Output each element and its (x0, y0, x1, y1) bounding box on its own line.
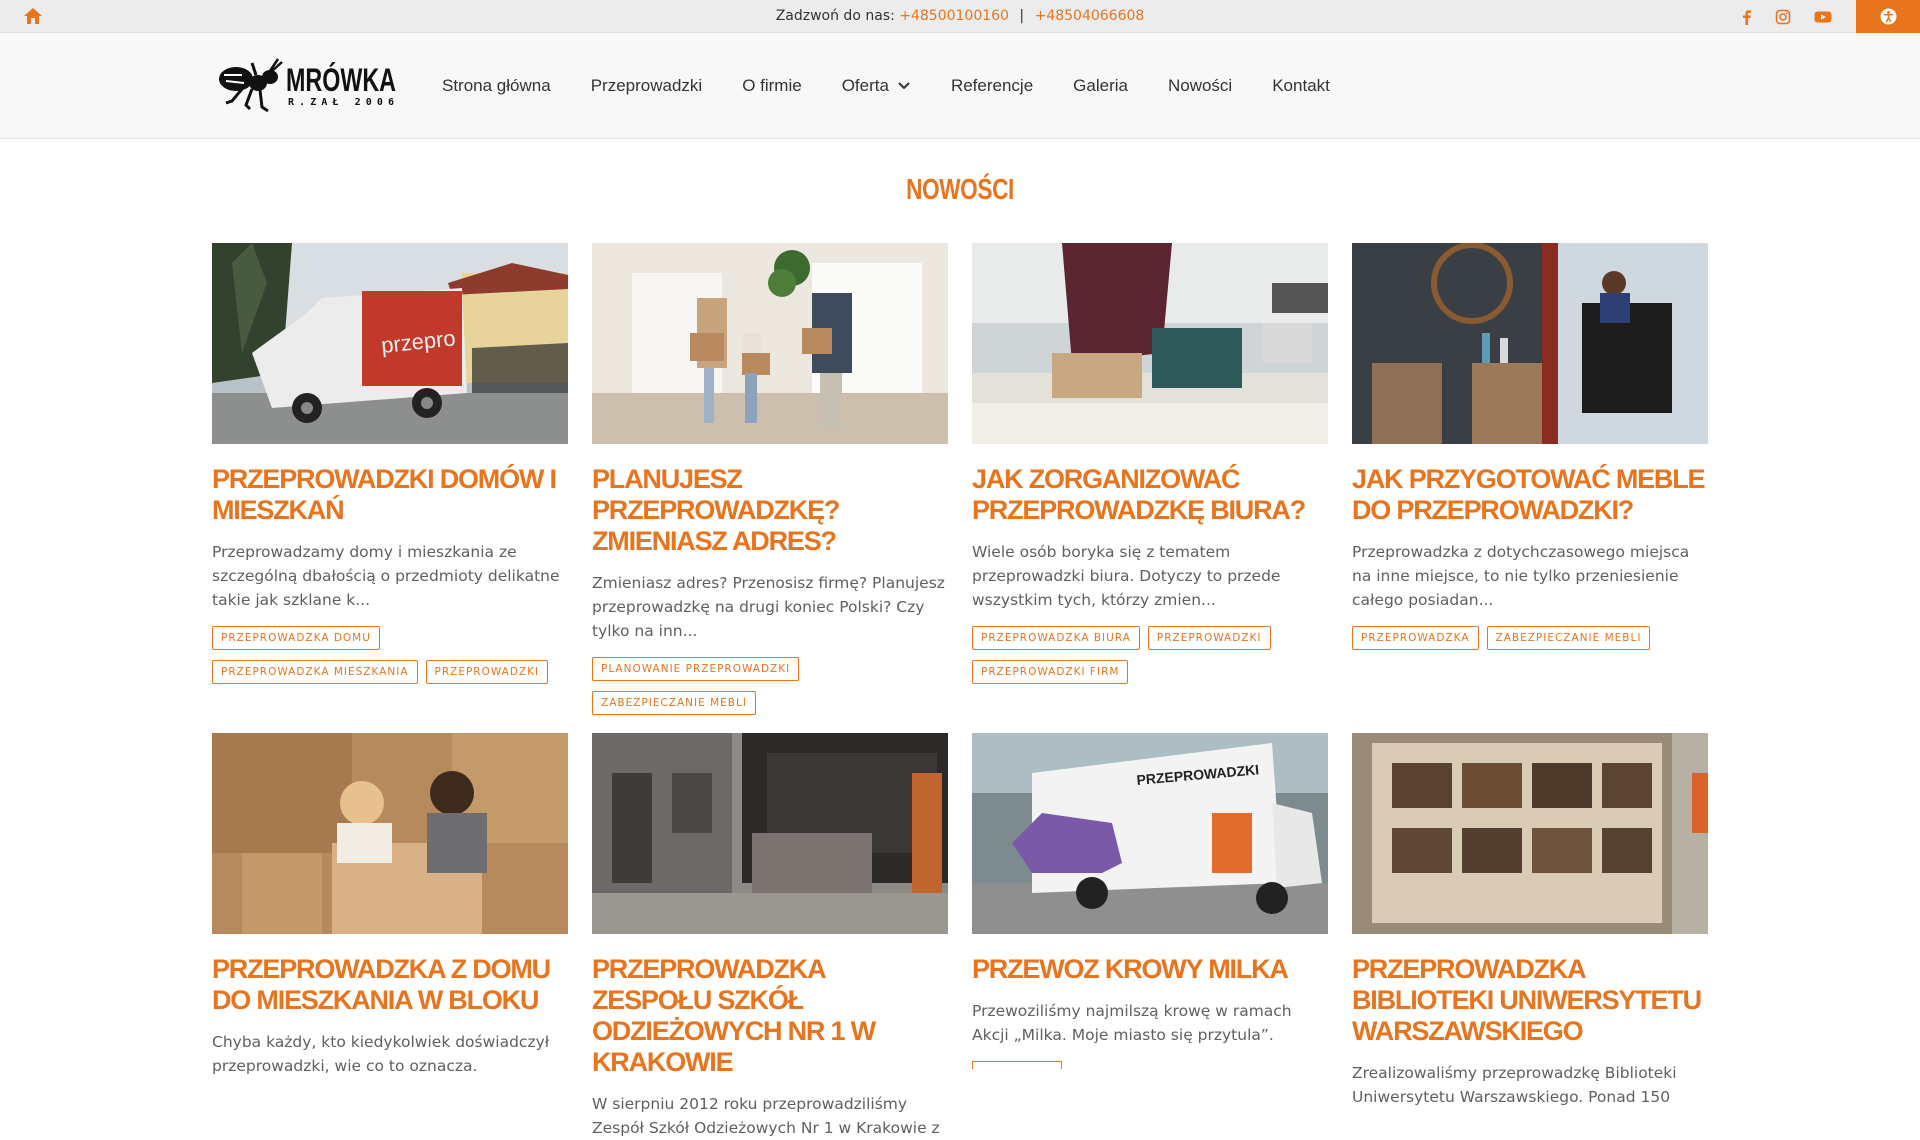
post-excerpt: W sierpniu 2012 roku przeprowadziliśmy Z… (592, 1095, 940, 1137)
tag-partial[interactable] (972, 1061, 1062, 1069)
nav-gallery[interactable]: Galeria (1073, 75, 1128, 97)
post-card: PLANUJESZ PRZEPROWADZKĘ? ZMIENIASZ ADRES… (592, 243, 948, 715)
phone-line: Zadzwoń do nas: +48500100160 | +48504066… (0, 8, 1920, 24)
post-tags: PRZEPROWADZKA ZABEZPIECZANIE MEBLI (1352, 626, 1708, 650)
logo-subtitle: R.ZAŁ 2006 (288, 97, 394, 108)
youtube-icon[interactable] (1813, 8, 1833, 26)
nav-offer-label: Oferta (841, 76, 889, 95)
post-title[interactable]: PRZEPROWADZKA Z DOMU DO MIESZKANIA W BLO… (212, 954, 568, 1016)
post-excerpt: Chyba każdy, kto kiedykolwiek doświadczy… (212, 1033, 550, 1075)
site-logo[interactable]: MRÓWKA R.ZAŁ 2006 (212, 53, 398, 119)
tag[interactable]: PRZEPROWADZKI FIRM (972, 660, 1129, 684)
nav-about[interactable]: O firmie (742, 75, 802, 97)
phone-separator: | (1019, 8, 1025, 24)
ant-logo-icon: MRÓWKA R.ZAŁ 2006 (219, 58, 396, 113)
nav-news[interactable]: Nowości (1168, 75, 1232, 97)
post-card: PRZEPROWADZKA BIBLIOTEKI UNIWERSYTETU WA… (1352, 733, 1708, 1109)
post-image-library[interactable] (1352, 733, 1708, 934)
accessibility-icon (1880, 8, 1897, 25)
post-image-office[interactable] (972, 243, 1328, 444)
chevron-down-icon (898, 82, 910, 90)
main-nav: Strona główna Przeprowadzki O firmie Ofe… (442, 75, 1370, 97)
post-tags: PLANOWANIE PRZEPROWADZKI ZABEZPIECZANIE … (592, 657, 948, 715)
post-title[interactable]: JAK PRZYGOTOWAĆ MEBLE DO PRZEPROWADZKI? (1352, 464, 1708, 526)
post-excerpt: Wiele osób boryka się z tematem przeprow… (972, 543, 1281, 609)
tag[interactable]: PRZEPROWADZKA BIURA (972, 626, 1140, 650)
instagram-icon[interactable] (1774, 8, 1792, 26)
nav-home[interactable]: Strona główna (442, 75, 551, 97)
post-card: JAK PRZYGOTOWAĆ MEBLE DO PRZEPROWADZKI? … (1352, 243, 1708, 650)
post-card: przepro PRZEPROWADZKI DOMÓW I MIESZKAŃ P… (212, 243, 568, 684)
post-card: PRZEPROWADZKI PRZEWOZ KROWY MILKA Przewo… (972, 733, 1328, 1069)
main-header: MRÓWKA R.ZAŁ 2006 Strona główna Przeprow… (0, 33, 1920, 139)
facebook-icon[interactable] (1738, 8, 1756, 26)
tag[interactable]: PRZEPROWADZKI (1147, 626, 1271, 650)
post-image-school[interactable] (592, 733, 948, 934)
post-image-truck[interactable]: przepro (212, 243, 568, 444)
post-tags: PRZEPROWADZKA DOMU PRZEPROWADZKA MIESZKA… (212, 626, 568, 684)
phone-link-1[interactable]: +48500100160 (899, 8, 1009, 24)
post-image-family[interactable] (592, 243, 948, 444)
post-image-milka-cow[interactable]: PRZEPROWADZKI (972, 733, 1328, 934)
tag[interactable]: ZABEZPIECZANIE MEBLI (592, 691, 756, 715)
post-excerpt: Przewoziliśmy najmilszą krowę w ramach A… (972, 1002, 1292, 1044)
post-title[interactable]: PRZEPROWADZKA ZESPOŁU SZKÓŁ ODZIEŻOWYCH … (592, 954, 948, 1078)
tag[interactable]: PLANOWANIE PRZEPROWADZKI (592, 657, 800, 681)
post-image-couple[interactable] (212, 733, 568, 934)
post-excerpt: Przeprowadzamy domy i mieszkania ze szcz… (212, 543, 560, 609)
post-excerpt: Przeprowadzka z dotychczasowego miejsca … (1352, 543, 1690, 609)
post-title[interactable]: PRZEPROWADZKI DOMÓW I MIESZKAŃ (212, 464, 568, 526)
nav-contact[interactable]: Kontakt (1272, 75, 1330, 97)
accessibility-button[interactable] (1856, 0, 1920, 33)
post-image-furniture[interactable] (1352, 243, 1708, 444)
tag[interactable]: ZABEZPIECZANIE MEBLI (1486, 626, 1651, 650)
post-title[interactable]: PRZEWOZ KROWY MILKA (972, 954, 1328, 985)
post-card: JAK ZORGANIZOWAĆ PRZEPROWADZKĘ BIURA? Wi… (972, 243, 1328, 684)
post-tags: PRZEPROWADZKA BIURA PRZEPROWADZKI PRZEPR… (972, 626, 1328, 684)
post-title[interactable]: JAK ZORGANIZOWAĆ PRZEPROWADZKĘ BIURA? (972, 464, 1328, 526)
post-title[interactable]: PRZEPROWADZKA BIBLIOTEKI UNIWERSYTETU WA… (1352, 954, 1708, 1047)
nav-references[interactable]: Referencje (951, 75, 1033, 97)
post-card: PRZEPROWADZKA Z DOMU DO MIESZKANIA W BLO… (212, 733, 568, 1078)
phone-label: Zadzwoń do nas: (775, 8, 895, 24)
post-excerpt: Zrealizowaliśmy przeprowadzkę Biblioteki… (1352, 1064, 1677, 1106)
tag[interactable]: PRZEPROWADZKA DOMU (212, 626, 380, 650)
page-title: NOWOŚCI (906, 174, 1014, 206)
logo-name: MRÓWKA (286, 62, 396, 98)
tag[interactable]: PRZEPROWADZKI (425, 660, 549, 684)
nav-moving[interactable]: Przeprowadzki (591, 75, 703, 97)
post-card: PRZEPROWADZKA ZESPOŁU SZKÓŁ ODZIEŻOWYCH … (592, 733, 948, 1140)
top-bar: Zadzwoń do nas: +48500100160 | +48504066… (0, 0, 1920, 33)
nav-offer[interactable]: Oferta (842, 75, 911, 97)
phone-link-2[interactable]: +48504066608 (1035, 8, 1145, 24)
post-excerpt: Zmieniasz adres? Przenosisz firmę? Planu… (592, 574, 945, 640)
tag[interactable]: PRZEPROWADZKA MIESZKANIA (212, 660, 418, 684)
tag[interactable]: PRZEPROWADZKA (1352, 626, 1479, 650)
post-title[interactable]: PLANUJESZ PRZEPROWADZKĘ? ZMIENIASZ ADRES… (592, 464, 948, 557)
